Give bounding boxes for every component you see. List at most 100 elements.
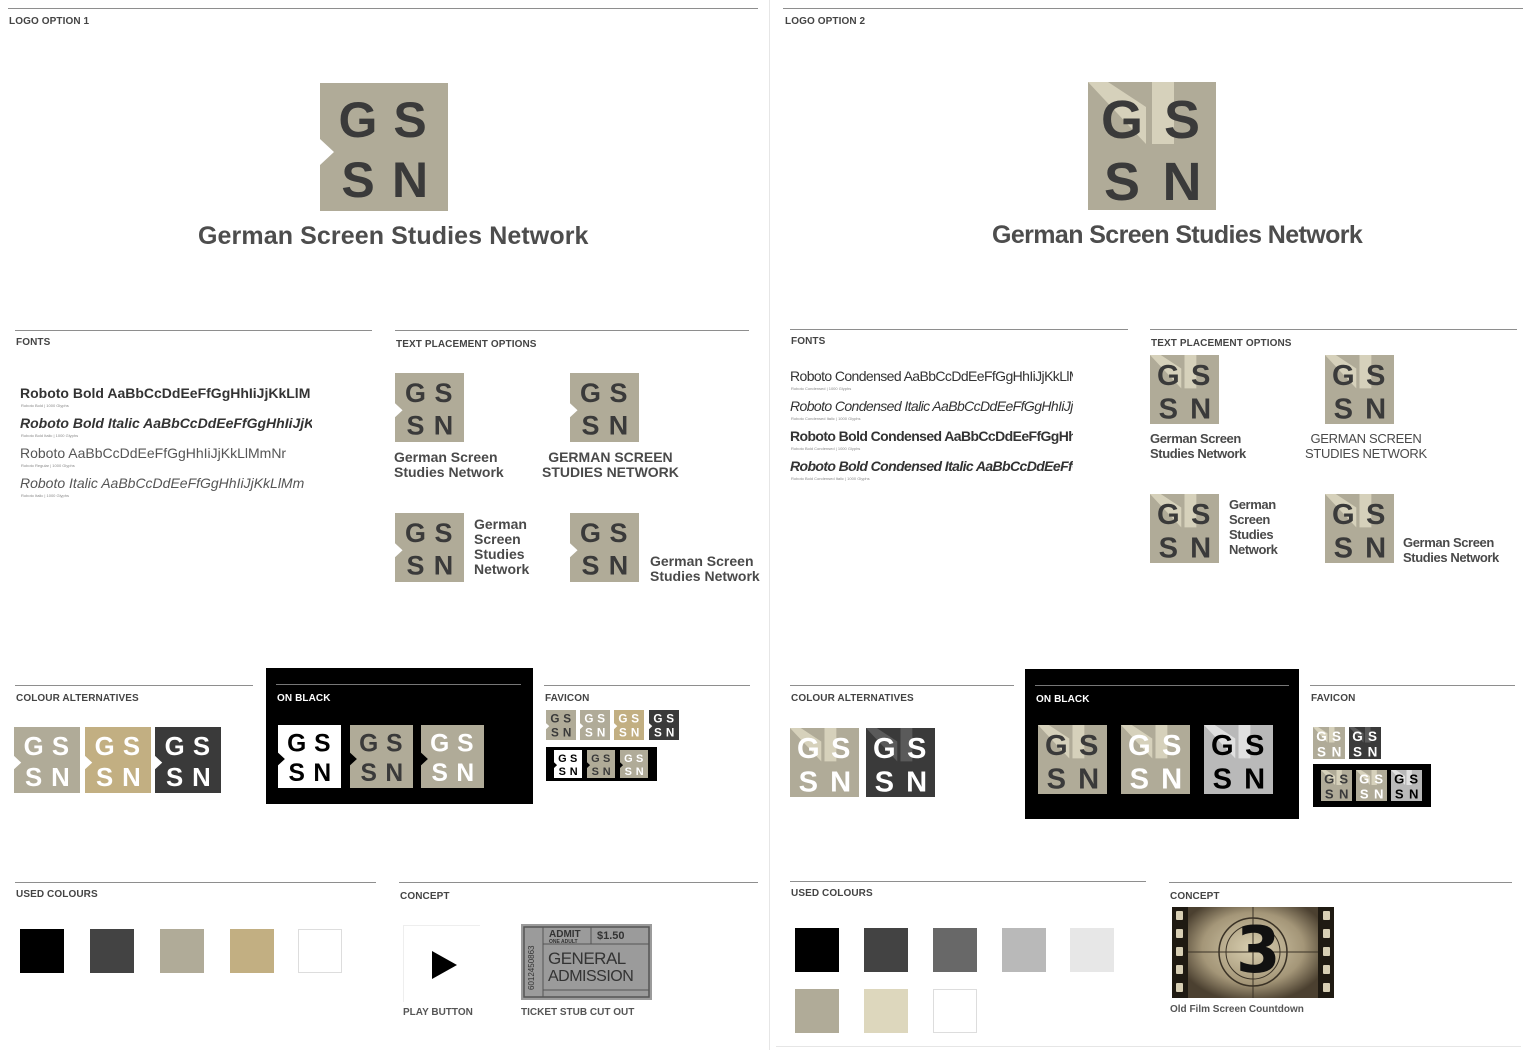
font-sample-bold-condensed: Roboto Bold Condensed AaBbCcDdEeFfGgHhIi… [790, 428, 1073, 444]
colour-swatch-warm-grey [795, 989, 839, 1033]
svg-text:N: N [385, 760, 403, 787]
svg-text:N: N [1409, 787, 1418, 801]
svg-text:S: S [831, 733, 850, 765]
svg-text:G: G [405, 378, 426, 408]
svg-text:S: S [603, 753, 610, 765]
used-colours-rule [15, 882, 376, 883]
svg-text:G: G [1316, 729, 1327, 744]
svg-text:S: S [1047, 764, 1066, 794]
svg-text:N: N [1374, 787, 1383, 801]
font-sample-bold-italic: Roboto Bold Italic AaBbCcDdEeFfGgHhIiJjK… [20, 415, 312, 431]
favicon-grey: GS SN [1313, 727, 1345, 759]
svg-text:S: S [123, 733, 140, 761]
favicon-black-strip: GS SN GS SN GS SN [1313, 764, 1431, 807]
svg-text:S: S [625, 766, 632, 778]
svg-text:G: G [1045, 730, 1068, 762]
concept-rule [1169, 882, 1512, 883]
logo-white-on-black: GS SN [278, 725, 341, 788]
favicon-light-grey-on-black: GS SN [1391, 770, 1422, 801]
svg-text:S: S [193, 733, 210, 761]
page-divider [769, 0, 770, 1050]
svg-text:S: S [1079, 730, 1098, 762]
fonts-heading: FONTS [791, 336, 826, 347]
text-placement-heading: TEXT PLACEMENT OPTIONS [1151, 338, 1292, 349]
used-colours-rule [790, 881, 1146, 882]
svg-text:G: G [359, 731, 378, 758]
svg-text:G: G [1332, 360, 1355, 392]
svg-text:S: S [52, 733, 69, 761]
svg-text:S: S [1334, 533, 1353, 563]
svg-text:S: S [407, 410, 425, 440]
svg-text:S: S [166, 764, 183, 792]
colour-swatch-mid-grey [933, 928, 977, 972]
placement-text-below: German Screen Studies Network [1150, 431, 1246, 461]
font-sample-bold-condensed-italic: Roboto Bold Condensed Italic AaBbCcDdEeF… [790, 458, 1073, 474]
svg-text:G: G [430, 731, 449, 758]
font-sample-caption: Roboto Condensed Italic | 1000 Glyphs [791, 416, 861, 421]
svg-text:G: G [1394, 772, 1404, 787]
svg-text:G: G [873, 733, 896, 765]
play-button-box [403, 925, 480, 1002]
colour-swatch-black [795, 928, 839, 972]
svg-text:N: N [563, 727, 571, 740]
concept-heading: CONCEPT [1170, 891, 1220, 902]
svg-text:S: S [1164, 90, 1200, 150]
logo-grey-white-on-black: GS SN [1121, 725, 1190, 794]
favicon-grey-white-on-black: GS SN [1356, 770, 1387, 801]
svg-text:S: S [1395, 787, 1404, 801]
placement-text-right-stacked: German Screen Studies Network [1229, 497, 1278, 557]
play-button-caption: PLAY BUTTON [403, 1007, 473, 1018]
favicon-white-on-black: GS SN [554, 750, 582, 778]
bottom-rule [776, 1046, 1521, 1047]
svg-text:S: S [407, 550, 425, 580]
svg-text:S: S [1317, 745, 1326, 760]
svg-text:S: S [1366, 360, 1385, 392]
svg-text:S: S [907, 733, 926, 765]
svg-text:G: G [618, 713, 627, 726]
favicon-dark: GS SN [649, 710, 679, 740]
svg-text:S: S [585, 727, 593, 740]
ticket-price: $1.50 [597, 930, 625, 942]
font-sample-condensed: Roboto Condensed AaBbCcDdEeFfGgHhIiJjKkL… [790, 368, 1073, 384]
placement-text-right-bottom: German Screen Studies Network [650, 553, 760, 584]
svg-text:S: S [314, 731, 330, 758]
svg-text:G: G [1324, 772, 1334, 787]
svg-text:S: S [597, 713, 605, 726]
svg-text:G: G [584, 713, 593, 726]
favicon-grey-on-black: GS SN [587, 750, 615, 778]
colour-alt-rule [790, 685, 1014, 686]
svg-text:N: N [609, 550, 628, 580]
svg-text:S: S [559, 766, 566, 778]
fonts-rule [790, 329, 1128, 330]
play-icon [432, 951, 457, 979]
svg-text:G: G [1157, 499, 1180, 531]
svg-text:G: G [165, 733, 185, 761]
network-name: German Screen Studies Network [992, 221, 1363, 249]
svg-text:S: S [1353, 745, 1362, 760]
svg-text:N: N [1244, 764, 1265, 794]
on-black-panel: ON BLACK GS SN GS SN GS SN [266, 668, 533, 804]
favicon-grey-white: GS SN [580, 710, 610, 740]
svg-text:S: S [435, 518, 453, 548]
countdown-number: 3 [1236, 914, 1281, 988]
placement-logo: GS SN [1150, 355, 1219, 424]
favicon-rule [1310, 685, 1515, 686]
on-black-rule [1035, 685, 1289, 686]
favicon-dark: GS SN [1349, 727, 1381, 759]
favicon-heading: FAVICON [545, 693, 590, 704]
font-sample-caption: Roboto Italic | 1000 Glyphs [21, 493, 69, 498]
colour-swatch-dark-grey [90, 929, 134, 973]
svg-text:G: G [580, 518, 601, 548]
svg-text:S: S [582, 550, 600, 580]
placement-logo: GS SN [395, 513, 464, 582]
svg-text:G: G [550, 713, 559, 726]
svg-text:S: S [563, 713, 571, 726]
colour-swatch-gold [230, 929, 274, 973]
svg-text:N: N [631, 727, 639, 740]
font-sample-regular: Roboto AaBbCcDdEeFfGgHhIiJjKkLlMmNr [20, 445, 287, 461]
concept-rule [399, 882, 758, 883]
svg-text:S: S [592, 766, 599, 778]
svg-text:G: G [1359, 772, 1369, 787]
logo-grey-white-on-black: GS SN [421, 725, 484, 788]
svg-text:S: S [1191, 499, 1210, 531]
